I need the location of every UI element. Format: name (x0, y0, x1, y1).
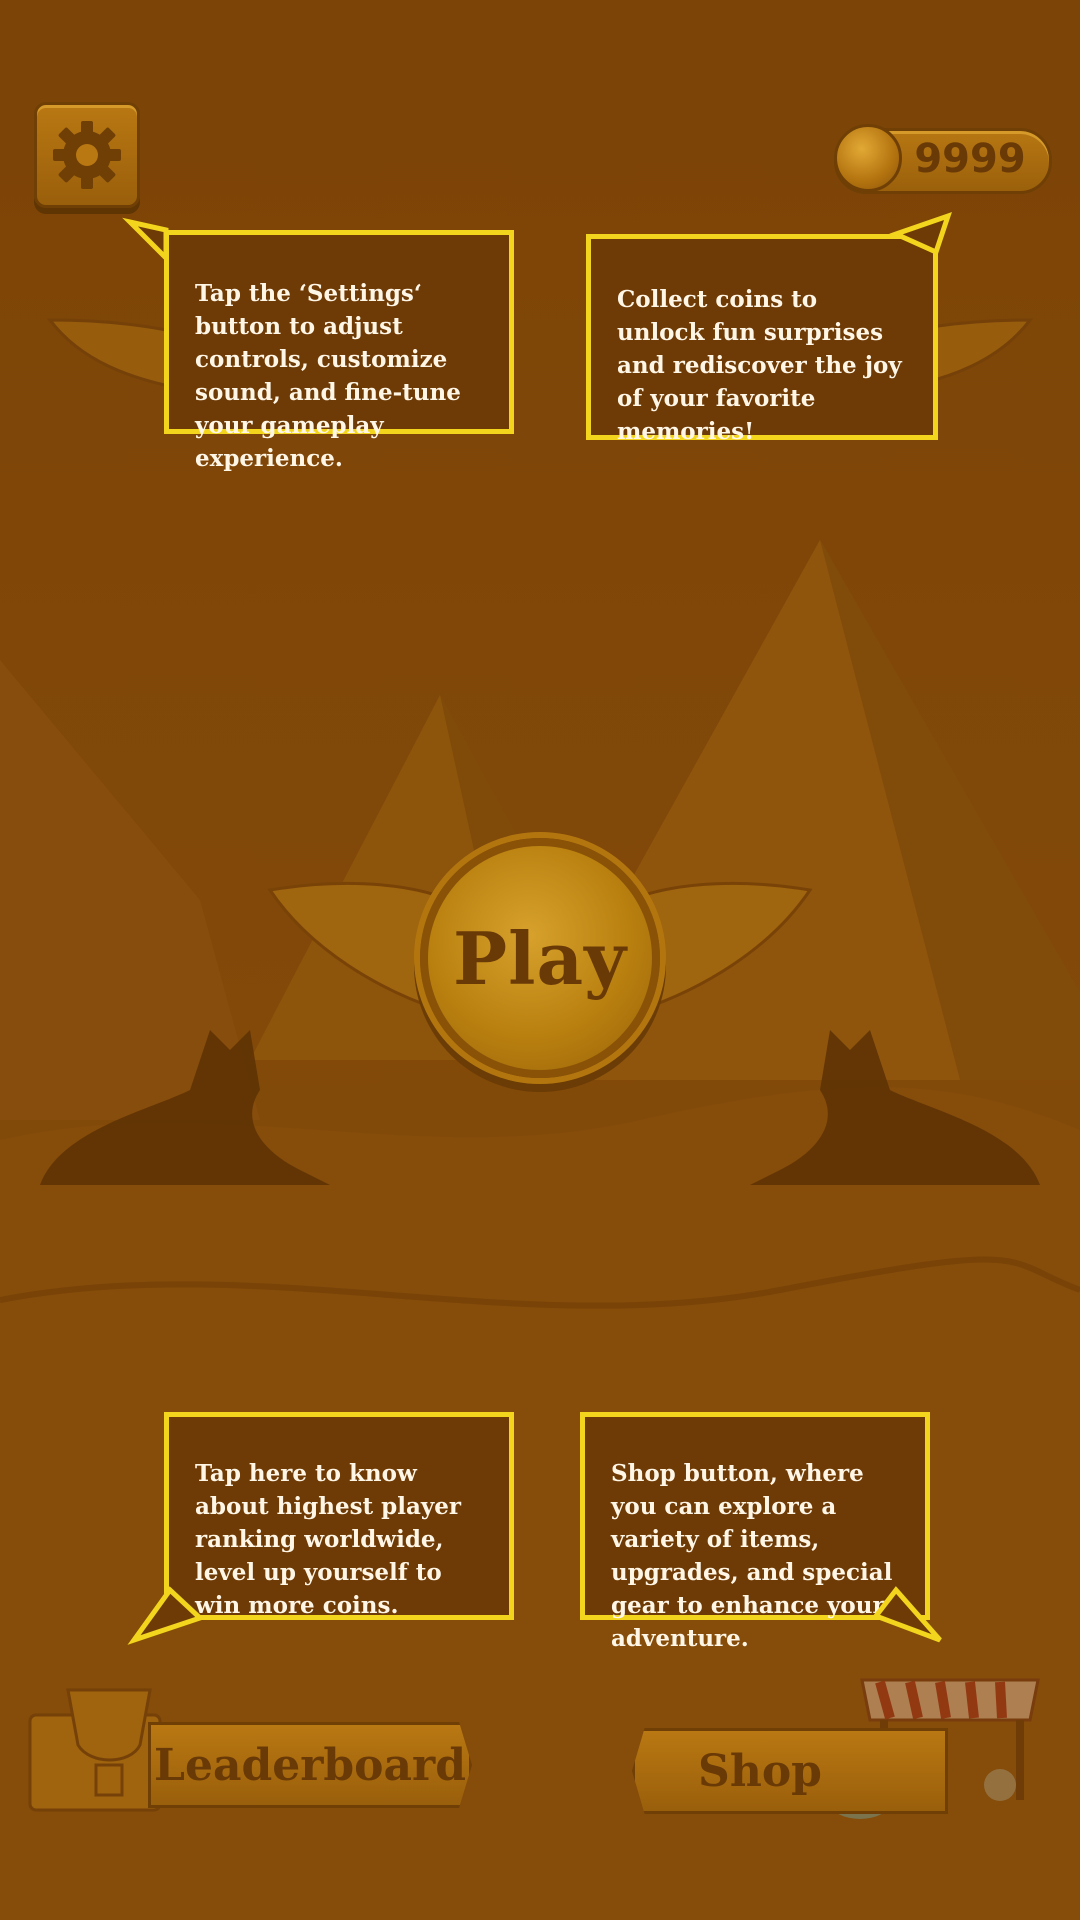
gear-icon (53, 121, 121, 189)
tooltip-pointer (127, 1586, 205, 1645)
settings-tooltip-text: Tap the ‘Settings‘ button to adjust cont… (195, 280, 461, 472)
shop-tooltip: Shop button, where you can explore a var… (580, 1412, 950, 1652)
leaderboard-tooltip-text: Tap here to know about highest player ra… (195, 1460, 461, 1619)
coins-tooltip-text: Collect coins to unlock fun surprises an… (617, 286, 902, 445)
leaderboard-button[interactable]: Leaderboard (148, 1722, 472, 1808)
shop-tooltip-text: Shop button, where you can explore a var… (611, 1460, 893, 1652)
tooltip-pointer (889, 211, 952, 256)
leaderboard-label: Leaderboard (154, 1739, 466, 1791)
coin-count: 9999 (914, 136, 1026, 182)
play-button[interactable]: Play (420, 838, 660, 1078)
settings-button[interactable] (34, 102, 140, 208)
coins-tooltip: Collect coins to unlock fun surprises an… (586, 211, 956, 445)
shop-button[interactable]: Shop (632, 1728, 948, 1814)
coin-icon (834, 124, 902, 192)
leaderboard-tooltip: Tap here to know about highest player ra… (127, 1412, 520, 1652)
play-label: Play (453, 915, 627, 1001)
shop-label: Shop (698, 1745, 822, 1797)
settings-tooltip: Tap the ‘Settings‘ button to adjust cont… (122, 217, 516, 472)
tooltip-pointer (871, 1586, 942, 1643)
